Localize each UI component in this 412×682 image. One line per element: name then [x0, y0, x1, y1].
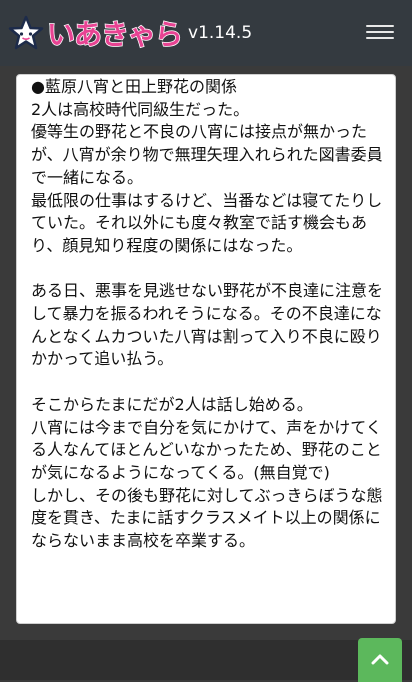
article-paragraph: ある日、悪事を見逃せない野花が不良達に注意をして暴力を振るわれそうになる。その不…	[31, 281, 384, 369]
article-paragraph: そこからたまにだが2人は話し始める。 八宵には今まで自分を気にかけて、声をかけて…	[31, 394, 383, 551]
article-text: ●藍原八宵と田上野花の関係 2人は高校時代同級生だった。 優等生の野花と不良の八…	[31, 76, 387, 553]
brand-logo[interactable]: いあきゃら v1.14.5	[8, 12, 252, 54]
scroll-to-top-button[interactable]	[358, 638, 402, 682]
footer-bar	[0, 640, 412, 680]
article-paragraph: ●藍原八宵と田上野花の関係 2人は高校時代同級生だった。 優等生の野花と不良の八…	[31, 77, 383, 255]
logo-text: いあきゃら	[46, 17, 184, 52]
menu-button[interactable]	[366, 21, 394, 43]
version-label: v1.14.5	[188, 23, 253, 43]
hamburger-icon	[366, 25, 394, 27]
navbar: いあきゃら v1.14.5	[0, 0, 412, 66]
chevron-up-icon	[371, 654, 389, 665]
star-logo-icon	[8, 15, 44, 50]
article-card: ●藍原八宵と田上野花の関係 2人は高校時代同級生だった。 優等生の野花と不良の八…	[16, 74, 396, 624]
